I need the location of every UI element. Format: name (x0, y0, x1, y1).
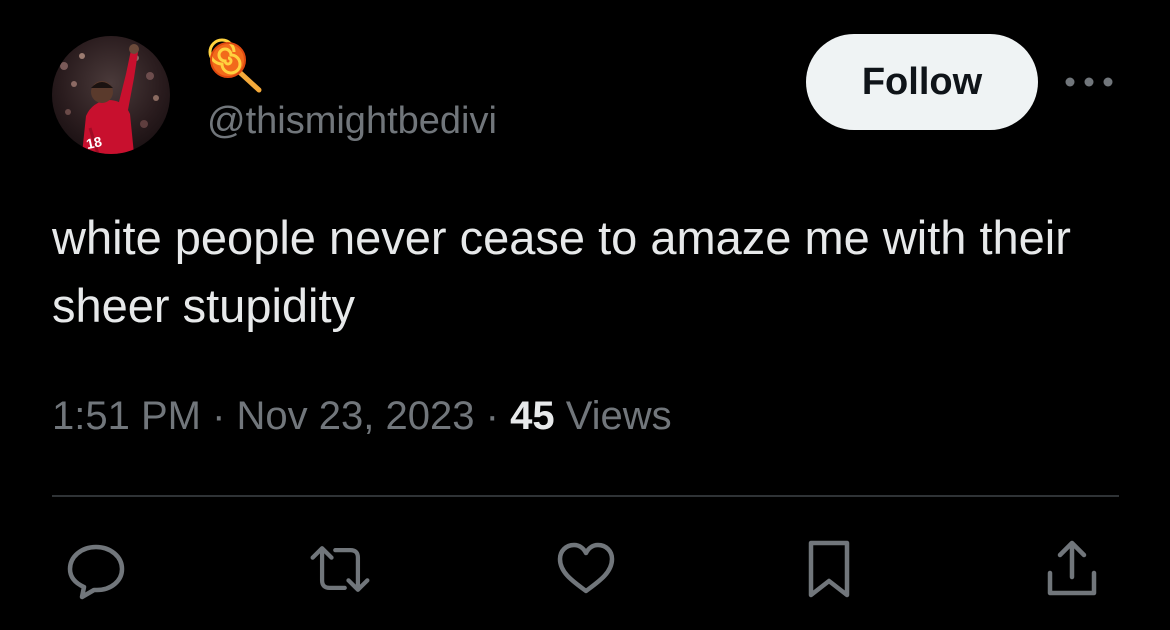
tweet-metadata: 1:51 PM · Nov 23, 2023 · 45 Views (52, 394, 672, 439)
lollipop-icon (205, 38, 265, 94)
meta-separator: · (212, 394, 226, 438)
follow-button[interactable]: Follow (806, 34, 1038, 130)
share-button[interactable] (1039, 536, 1105, 602)
user-handle[interactable]: @thismightbedivi (207, 100, 497, 143)
profile-photo-icon: 18 (52, 36, 170, 154)
avatar[interactable]: 18 (52, 36, 170, 154)
retweet-icon (310, 546, 370, 592)
share-icon (1047, 540, 1097, 596)
tweet-date[interactable]: Nov 23, 2023 (237, 394, 475, 438)
bookmark-button[interactable] (796, 536, 862, 602)
like-icon (557, 542, 615, 594)
tweet-time[interactable]: 1:51 PM (52, 394, 201, 438)
retweet-button[interactable] (307, 536, 373, 602)
divider (52, 495, 1119, 497)
more-options-button[interactable] (1062, 64, 1116, 100)
tweet: 18 @thismightbedivi Follow white people … (0, 0, 1170, 630)
views-count: 45 (510, 394, 555, 438)
meta-separator: · (485, 394, 499, 438)
more-options-icon (1065, 77, 1113, 87)
reply-icon (67, 544, 125, 600)
tweet-text: white people never cease to amaze me wit… (52, 211, 1071, 332)
bookmark-icon (808, 540, 850, 598)
like-button[interactable] (553, 536, 619, 602)
views-label: Views (565, 394, 672, 438)
reply-button[interactable] (63, 536, 129, 602)
